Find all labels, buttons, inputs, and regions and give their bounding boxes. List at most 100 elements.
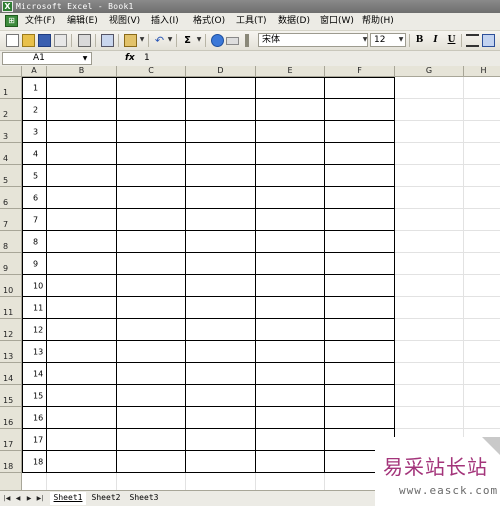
cell-b14[interactable]: [47, 363, 117, 385]
cell-a1[interactable]: 1: [22, 77, 47, 99]
sheet-tab-3[interactable]: Sheet3: [126, 492, 162, 505]
paste-dropdown-icon[interactable]: ▼: [138, 33, 146, 47]
cell-b11[interactable]: [47, 297, 117, 319]
cell-g16[interactable]: [395, 407, 464, 429]
column-header-c[interactable]: C: [117, 66, 186, 77]
cell-g10[interactable]: [395, 275, 464, 297]
cell-f14[interactable]: [325, 363, 395, 385]
sheet-tab-2[interactable]: Sheet2: [88, 492, 124, 505]
column-header-d[interactable]: D: [186, 66, 256, 77]
cell-d13[interactable]: [186, 341, 256, 363]
cell-g7[interactable]: [395, 209, 464, 231]
cell-e11[interactable]: [256, 297, 325, 319]
cell-h13[interactable]: [464, 341, 500, 363]
align-left-icon[interactable]: [466, 34, 479, 47]
cell-a3[interactable]: 3: [22, 121, 47, 143]
cell-h8[interactable]: [464, 231, 500, 253]
cell-g13[interactable]: [395, 341, 464, 363]
cell-h6[interactable]: [464, 187, 500, 209]
cell-f2[interactable]: [325, 99, 395, 121]
cell-d8[interactable]: [186, 231, 256, 253]
cell-g5[interactable]: [395, 165, 464, 187]
cell-f1[interactable]: [325, 77, 395, 99]
column-header-g[interactable]: G: [395, 66, 464, 77]
cell-b15[interactable]: [47, 385, 117, 407]
row-header-7[interactable]: 7: [0, 209, 22, 231]
cell-c1[interactable]: [117, 77, 186, 99]
cell-b18[interactable]: [47, 451, 117, 473]
cell-f6[interactable]: [325, 187, 395, 209]
cell-h2[interactable]: [464, 99, 500, 121]
toolbar-grip[interactable]: [245, 34, 249, 47]
insert-function-icon[interactable]: fx: [125, 52, 135, 65]
cell-b3[interactable]: [47, 121, 117, 143]
row-header-15[interactable]: 15: [0, 385, 22, 407]
cell-a10[interactable]: 10: [22, 275, 47, 297]
cell-h9[interactable]: [464, 253, 500, 275]
row-header-18[interactable]: 18: [0, 451, 22, 473]
cell-c15[interactable]: [117, 385, 186, 407]
cell-b2[interactable]: [47, 99, 117, 121]
cell-g3[interactable]: [395, 121, 464, 143]
cell-h5[interactable]: [464, 165, 500, 187]
align-center-icon[interactable]: [482, 34, 495, 47]
cell-c9[interactable]: [117, 253, 186, 275]
row-header-16[interactable]: 16: [0, 407, 22, 429]
column-header-a[interactable]: A: [22, 66, 47, 77]
cell-f11[interactable]: [325, 297, 395, 319]
cell-g9[interactable]: [395, 253, 464, 275]
cell-c18[interactable]: [117, 451, 186, 473]
cell-c11[interactable]: [117, 297, 186, 319]
undo-dropdown-icon[interactable]: ▼: [166, 33, 174, 47]
sheet-tab-1[interactable]: Sheet1: [50, 492, 86, 505]
menu-file[interactable]: 文件(F): [25, 15, 55, 28]
row-header-2[interactable]: 2: [0, 99, 22, 121]
cell-e6[interactable]: [256, 187, 325, 209]
cell-f5[interactable]: [325, 165, 395, 187]
cell-e16[interactable]: [256, 407, 325, 429]
cell-c5[interactable]: [117, 165, 186, 187]
save-icon[interactable]: [38, 34, 51, 47]
row-header-8[interactable]: 8: [0, 231, 22, 253]
name-box[interactable]: A1: [2, 52, 92, 65]
cell-d15[interactable]: [186, 385, 256, 407]
row-header-6[interactable]: 6: [0, 187, 22, 209]
cell-b5[interactable]: [47, 165, 117, 187]
row-header-5[interactable]: 5: [0, 165, 22, 187]
cell-b9[interactable]: [47, 253, 117, 275]
cell-d14[interactable]: [186, 363, 256, 385]
cell-c8[interactable]: [117, 231, 186, 253]
row-header-4[interactable]: 4: [0, 143, 22, 165]
cell-c19[interactable]: [117, 473, 186, 490]
cell-e8[interactable]: [256, 231, 325, 253]
cell-e4[interactable]: [256, 143, 325, 165]
menu-edit[interactable]: 编辑(E): [67, 15, 98, 28]
cell-e1[interactable]: [256, 77, 325, 99]
cell-g12[interactable]: [395, 319, 464, 341]
print-preview-icon[interactable]: [101, 34, 114, 47]
cell-e3[interactable]: [256, 121, 325, 143]
cell-b7[interactable]: [47, 209, 117, 231]
cell-e10[interactable]: [256, 275, 325, 297]
cell-e7[interactable]: [256, 209, 325, 231]
cell-c14[interactable]: [117, 363, 186, 385]
cell-e19[interactable]: [256, 473, 325, 490]
cell-g8[interactable]: [395, 231, 464, 253]
cell-e2[interactable]: [256, 99, 325, 121]
row-header-19[interactable]: 19: [0, 473, 22, 490]
cell-a12[interactable]: 12: [22, 319, 47, 341]
cell-c17[interactable]: [117, 429, 186, 451]
cell-d7[interactable]: [186, 209, 256, 231]
cell-e14[interactable]: [256, 363, 325, 385]
cell-g1[interactable]: [395, 77, 464, 99]
menu-view[interactable]: 视图(V): [109, 15, 140, 28]
permission-icon[interactable]: [54, 34, 67, 47]
cell-a5[interactable]: 5: [22, 165, 47, 187]
row-header-14[interactable]: 14: [0, 363, 22, 385]
cell-f4[interactable]: [325, 143, 395, 165]
open-folder-icon[interactable]: [22, 34, 35, 47]
cell-h12[interactable]: [464, 319, 500, 341]
cell-b19[interactable]: [47, 473, 117, 490]
prev-sheet-icon[interactable]: ◀: [14, 494, 22, 503]
cell-h15[interactable]: [464, 385, 500, 407]
